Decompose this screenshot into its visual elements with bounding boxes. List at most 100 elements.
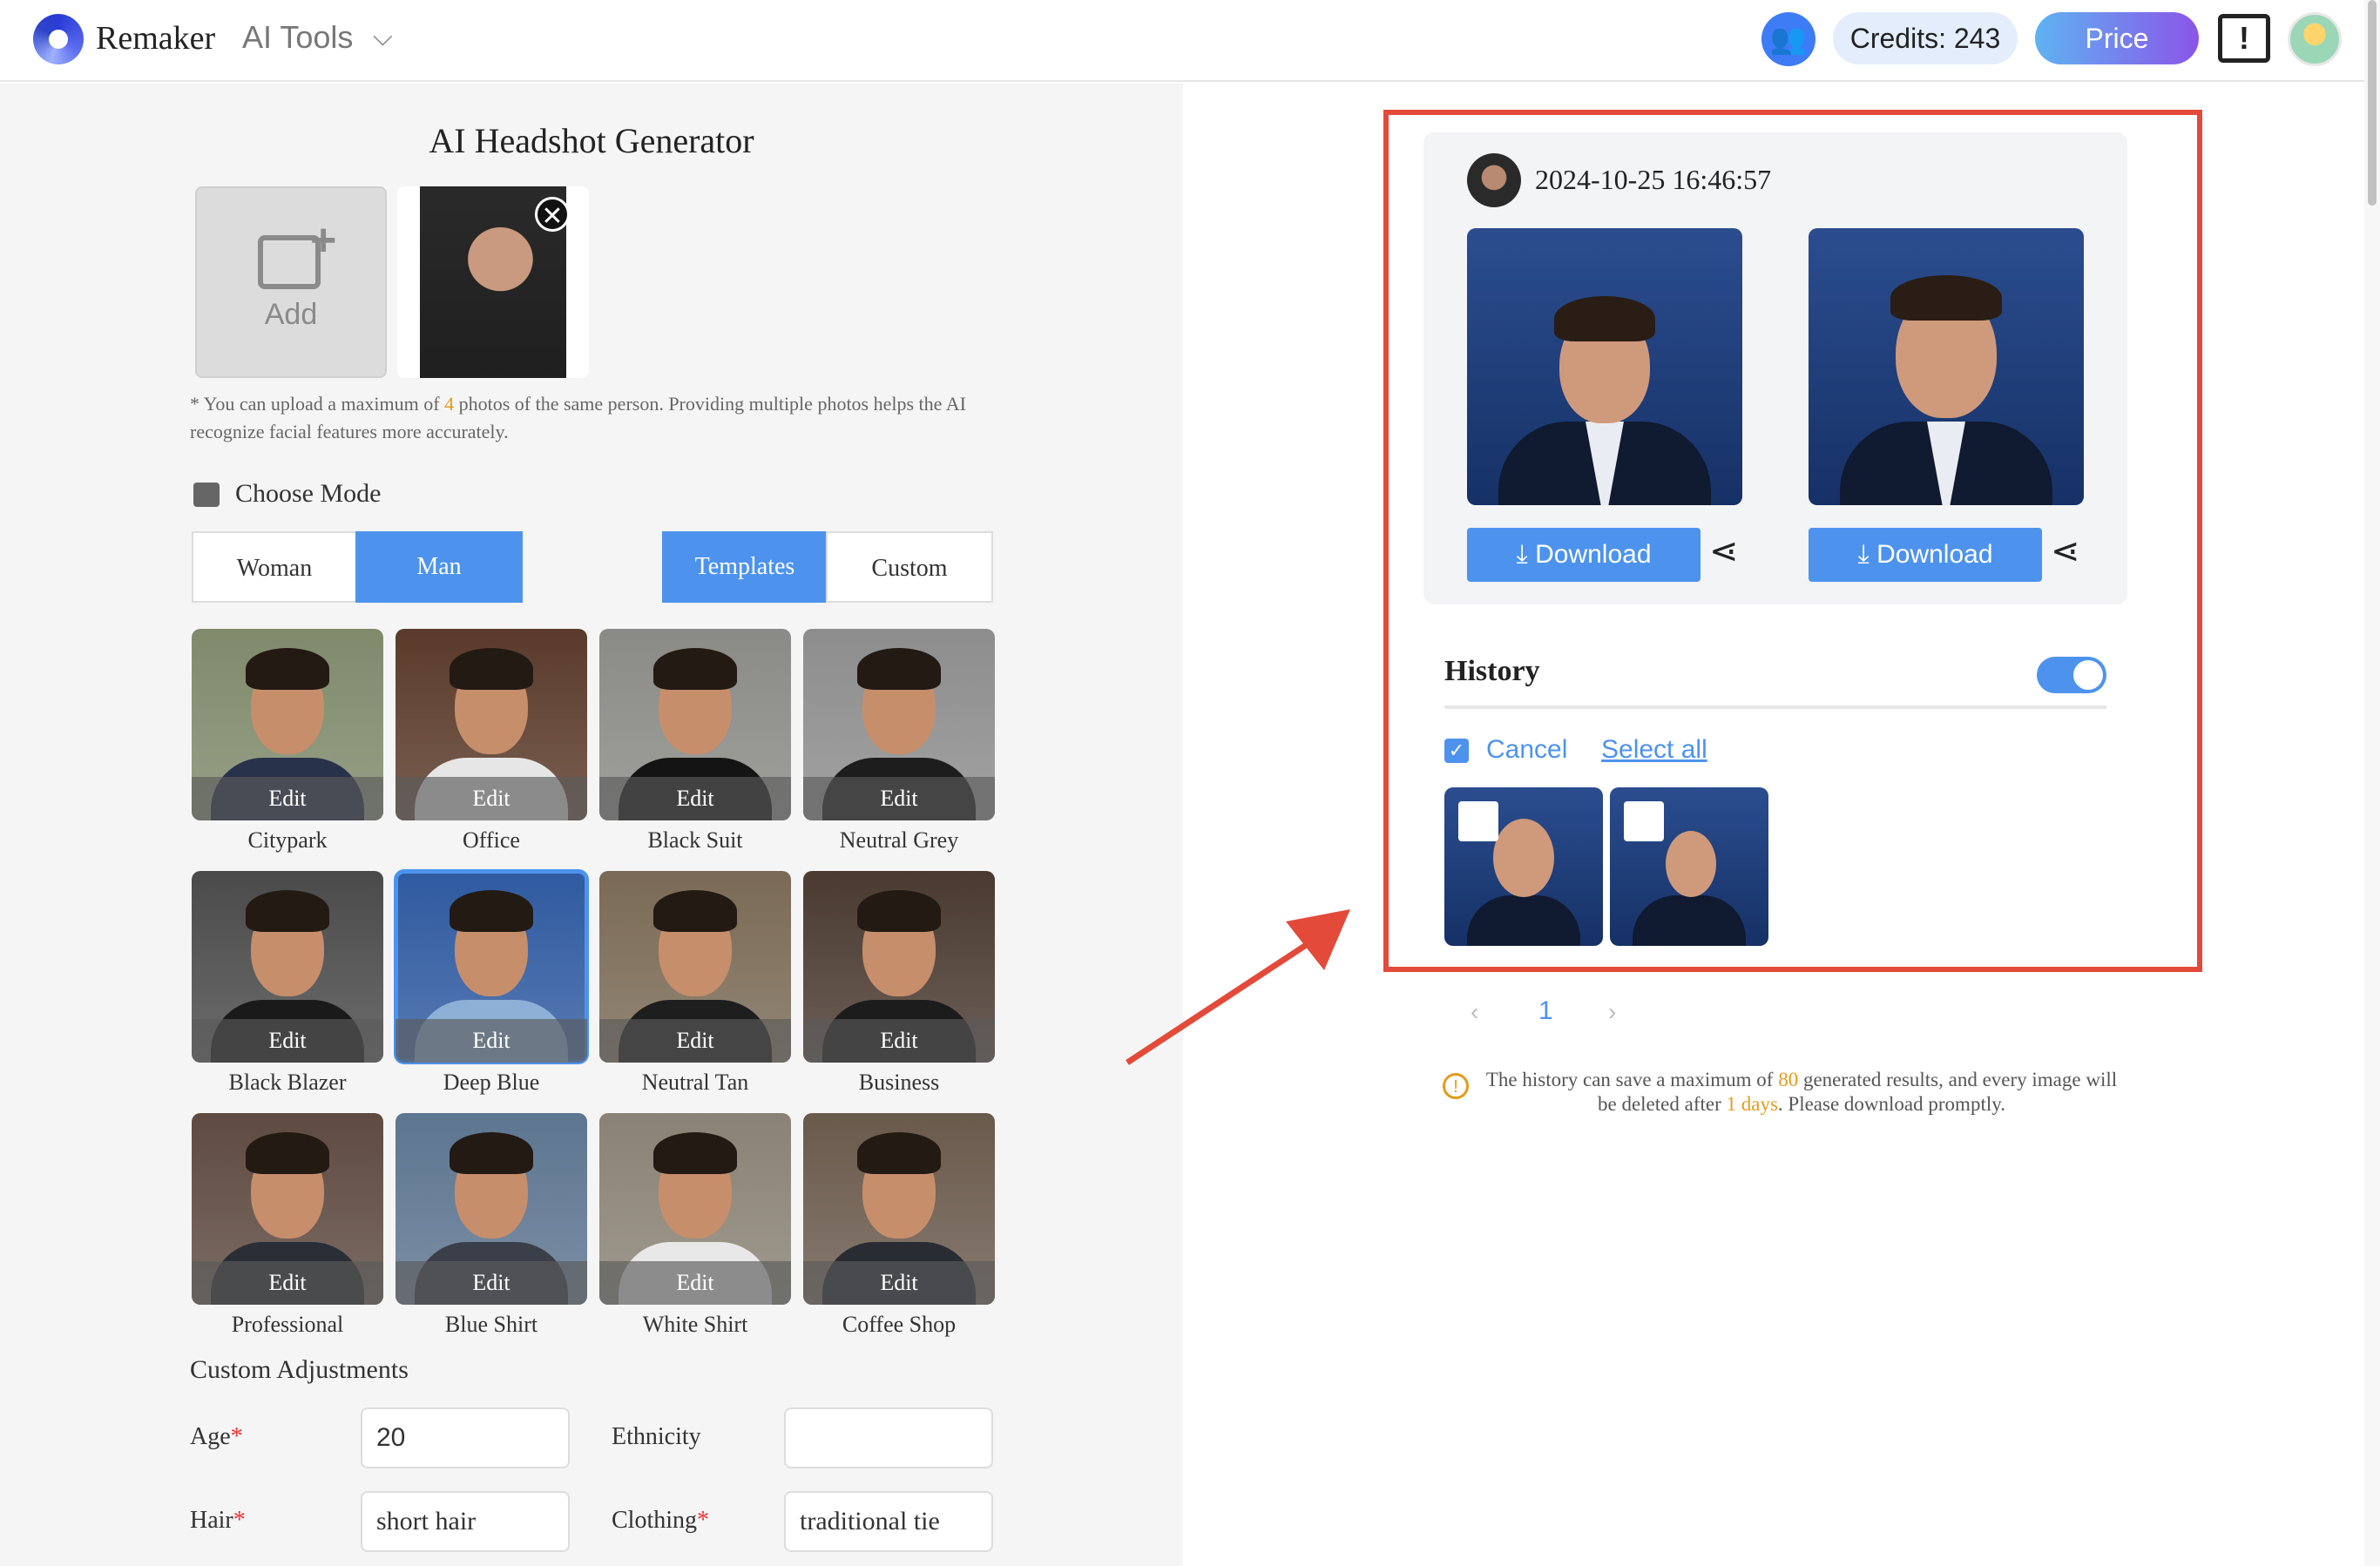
uploaded-photo[interactable]: ✕ xyxy=(397,186,589,378)
template-card[interactable]: Edit xyxy=(599,871,791,1063)
clothing-label-text: Clothing xyxy=(612,1507,698,1534)
generated-headshot[interactable] xyxy=(1809,228,2084,505)
hair-label: Hair* xyxy=(190,1507,246,1535)
required-mark: * xyxy=(697,1507,710,1534)
hair-input[interactable]: short hair xyxy=(361,1491,570,1552)
template-card[interactable]: Edit xyxy=(192,871,383,1063)
history-toggle[interactable] xyxy=(2037,657,2106,693)
template-card[interactable]: Edit xyxy=(803,871,995,1063)
thumbnail-checkbox[interactable] xyxy=(1458,801,1498,841)
gender-woman-button[interactable]: Woman xyxy=(192,531,357,603)
template-hair xyxy=(653,648,737,690)
template-edit-button[interactable]: Edit xyxy=(396,1261,587,1305)
select-all-link[interactable]: Select all xyxy=(1601,735,1707,765)
template-hair xyxy=(450,890,533,932)
template-name: Deep Blue xyxy=(443,1070,540,1095)
template-name: Black Blazer xyxy=(228,1070,347,1095)
template-name: Coffee Shop xyxy=(842,1312,957,1337)
scrollbar-thumb[interactable] xyxy=(2368,0,2377,206)
user-avatar[interactable] xyxy=(2288,12,2342,66)
download-button[interactable]: ⤓ Download xyxy=(1467,528,1700,582)
ai-tools-menu[interactable]: AI Tools xyxy=(242,19,353,56)
download-label: Download xyxy=(1876,540,1993,569)
template-edit-button[interactable]: Edit xyxy=(396,1019,587,1063)
history-title: History xyxy=(1444,655,1540,687)
pagination-next-icon[interactable]: › xyxy=(1608,998,1616,1026)
template-edit-button[interactable]: Edit xyxy=(599,1019,791,1063)
toggle-knob xyxy=(2073,660,2103,690)
ethnicity-input[interactable] xyxy=(784,1407,993,1468)
template-edit-button[interactable]: Edit xyxy=(803,1261,995,1305)
clothing-label: Clothing* xyxy=(612,1507,709,1535)
template-hair xyxy=(857,890,941,932)
checkbox-icon[interactable]: ✓ xyxy=(1444,739,1469,763)
template-hair xyxy=(857,1132,941,1174)
remaker-logo-icon[interactable] xyxy=(33,14,84,64)
brand-name[interactable]: Remaker xyxy=(96,19,215,57)
tab-custom[interactable]: Custom xyxy=(826,531,993,603)
template-card[interactable]: Edit xyxy=(803,629,995,820)
community-icon[interactable]: 👥 xyxy=(1761,12,1815,66)
age-input[interactable]: 20 xyxy=(361,1407,570,1468)
template-name: Business xyxy=(858,1070,940,1095)
template-card[interactable]: Edit xyxy=(396,1113,587,1305)
notice-prefix: The history can save a maximum of xyxy=(1485,1069,1779,1090)
age-label-text: Age xyxy=(190,1423,231,1450)
share-icon[interactable]: ⋖ xyxy=(2051,531,2080,571)
template-card[interactable]: Edit xyxy=(803,1113,995,1305)
template-hair xyxy=(450,648,533,690)
template-card[interactable]: Edit xyxy=(394,869,589,1064)
annotation-arrow xyxy=(1126,909,1350,1065)
template-card[interactable]: Edit xyxy=(599,629,791,820)
template-card[interactable]: Edit xyxy=(599,1113,791,1305)
cancel-link[interactable]: Cancel xyxy=(1486,735,1567,765)
chevron-down-icon[interactable]: ⌵ xyxy=(373,23,393,52)
remove-photo-icon[interactable]: ✕ xyxy=(535,197,570,232)
tab-templates[interactable]: Templates xyxy=(662,531,828,603)
template-edit-button[interactable]: Edit xyxy=(396,777,587,820)
template-card[interactable]: Edit xyxy=(192,1113,383,1305)
template-edit-button[interactable]: Edit xyxy=(192,1019,383,1063)
template-edit-button[interactable]: Edit xyxy=(192,777,383,820)
gender-man-button[interactable]: Man xyxy=(355,531,523,603)
download-button[interactable]: ⤓ Download xyxy=(1809,528,2042,582)
download-label: Download xyxy=(1535,540,1652,569)
template-edit-button[interactable]: Edit xyxy=(599,1261,791,1305)
template-name: Neutral Tan xyxy=(641,1070,749,1095)
feedback-icon[interactable]: ! xyxy=(2218,14,2270,63)
page-title: AI Headshot Generator xyxy=(429,121,754,160)
add-photo-label: Add xyxy=(264,298,318,331)
notice-suffix: . Please download promptly. xyxy=(1777,1093,2005,1115)
result-timestamp: 2024-10-25 16:46:57 xyxy=(1535,164,1772,195)
template-name: Blue Shirt xyxy=(444,1312,538,1337)
template-card[interactable]: Edit xyxy=(192,629,383,820)
credits-badge[interactable]: Credits: 243 xyxy=(1833,12,2018,64)
price-button[interactable]: Price xyxy=(2035,12,2199,64)
upload-hint: * You can upload a maximum of 4 photos o… xyxy=(190,390,991,446)
add-photo-button[interactable]: + Add xyxy=(195,186,387,378)
template-edit-button[interactable]: Edit xyxy=(803,777,995,820)
clothing-input[interactable]: traditional tie xyxy=(784,1491,993,1552)
notice-max-results: 80 xyxy=(1778,1069,1799,1090)
template-edit-button[interactable]: Edit xyxy=(192,1261,383,1305)
pagination-page-1[interactable]: 1 xyxy=(1538,996,1553,1026)
share-icon[interactable]: ⋖ xyxy=(1709,531,1739,571)
info-icon: ! xyxy=(1443,1073,1469,1099)
required-mark: * xyxy=(233,1507,246,1534)
template-card[interactable]: Edit xyxy=(396,629,587,820)
choose-mode-label: Choose Mode xyxy=(235,479,382,508)
upload-hint-count: 4 xyxy=(444,393,455,415)
template-edit-button[interactable]: Edit xyxy=(803,1019,995,1063)
pagination-prev-icon[interactable]: ‹ xyxy=(1471,998,1478,1026)
thumbnail-checkbox[interactable] xyxy=(1624,801,1664,841)
scrollbar[interactable] xyxy=(2364,0,2380,1566)
generated-headshot[interactable] xyxy=(1467,228,1742,505)
history-thumbnail[interactable] xyxy=(1444,787,1603,946)
history-thumbnail[interactable] xyxy=(1610,787,1768,946)
template-name: Neutral Grey xyxy=(839,827,959,853)
thumb-suit xyxy=(1467,895,1580,946)
result-source-avatar xyxy=(1467,153,1521,207)
template-hair xyxy=(857,648,941,690)
template-edit-button[interactable]: Edit xyxy=(599,777,791,820)
ethnicity-label: Ethnicity xyxy=(612,1423,701,1450)
